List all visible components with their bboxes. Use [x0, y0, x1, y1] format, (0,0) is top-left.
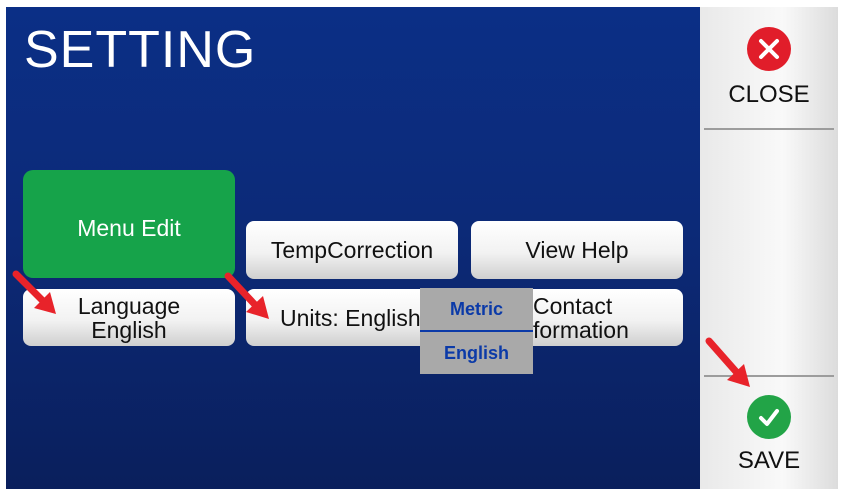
temp-correction-label: TempCorrection [270, 237, 434, 263]
language-label: Language [77, 292, 181, 319]
save-check-icon [747, 395, 791, 439]
annotation-arrow-save [705, 337, 750, 387]
units-label: Units: English [280, 304, 421, 331]
units-option-english[interactable]: English [420, 332, 533, 374]
menu-edit-button[interactable]: Menu Edit [23, 170, 235, 278]
units-dropdown: Metric English [420, 288, 533, 374]
annotation-arrow-language [12, 270, 56, 314]
view-help-button[interactable]: View Help [471, 221, 683, 279]
side-panel: CLOSE SAVE [700, 7, 838, 489]
close-label: CLOSE [728, 81, 810, 108]
language-value: English [91, 316, 167, 343]
save-button[interactable]: SAVE [700, 395, 838, 475]
side-divider-top [704, 128, 834, 130]
temp-correction-button[interactable]: TempCorrection [246, 221, 458, 279]
close-icon [747, 27, 791, 71]
language-labels: Language English [78, 294, 180, 342]
contact-label-line1: Contact [533, 292, 613, 319]
units-option-metric[interactable]: Metric [420, 288, 533, 330]
contact-labels: Contact formation [533, 294, 629, 342]
close-button[interactable]: CLOSE [700, 27, 838, 109]
save-label: SAVE [737, 447, 801, 474]
annotation-arrow-units [224, 272, 269, 319]
contact-label-line2: formation [533, 316, 629, 343]
page-title: SETTING [24, 21, 257, 79]
view-help-label: View Help [525, 237, 629, 263]
menu-edit-label: Menu Edit [77, 215, 181, 241]
